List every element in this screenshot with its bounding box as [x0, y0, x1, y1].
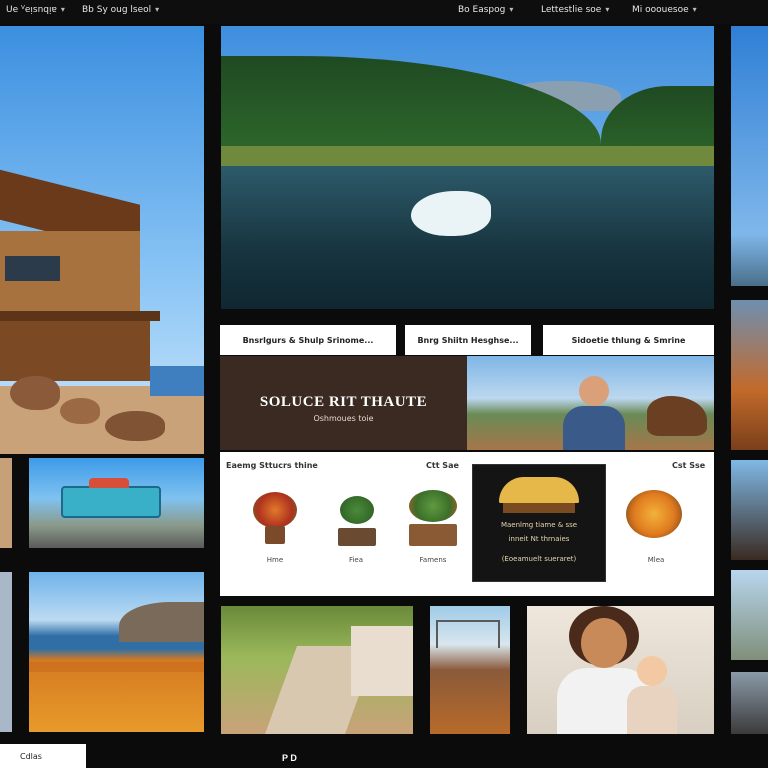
top-nav-bar: Ue ⱽeᴉsnqᴉɐ ▾ Bb Sy oug lseol ▾ Bo Easpog ▾…	[0, 0, 768, 24]
nav-link-4[interactable]: Lettestlie soe ▾	[541, 5, 609, 15]
planter-box-icon	[409, 490, 457, 522]
road-sign	[61, 486, 161, 518]
sunflower-bouquet-icon	[626, 490, 682, 538]
chevron-down-icon: ▾	[155, 5, 160, 14]
rock	[10, 376, 60, 410]
cliff	[119, 602, 204, 642]
person-head	[579, 376, 609, 406]
chevron-down-icon: ▾	[605, 5, 610, 14]
gate	[436, 620, 500, 648]
featured-line-2: inneit Nt thrnaies	[508, 535, 570, 543]
product-label-2: Fiea	[348, 556, 364, 564]
right-photo-1[interactable]	[731, 26, 768, 286]
rapids-foam	[411, 191, 491, 236]
nav-link-3-label: Bo Easpog	[458, 5, 506, 15]
family-photo[interactable]	[527, 606, 714, 734]
footer-icon[interactable]: P D	[282, 753, 297, 763]
pot	[265, 526, 285, 544]
sea-strip	[150, 366, 204, 396]
river-water	[221, 166, 714, 309]
river-photo[interactable]	[221, 26, 714, 309]
tab-1[interactable]: Bnsrlgurs & Shulp Srinome...	[220, 325, 396, 355]
right-photo-2[interactable]	[731, 300, 768, 450]
product-label-4: Mlea	[647, 556, 665, 564]
chevron-down-icon: ▾	[509, 5, 514, 14]
right-photo-5[interactable]	[731, 672, 768, 734]
potted-plant-icon	[340, 496, 374, 524]
child-face	[637, 656, 667, 686]
nav-link-1-label: Ue ⱽeᴉsnqᴉɐ	[6, 5, 57, 15]
nav-link-5-label: Mi ooouesoe	[632, 5, 689, 15]
product-label-3: Famens	[419, 556, 447, 564]
farm-photo[interactable]	[430, 606, 510, 734]
sunlight	[351, 626, 413, 696]
footer-icon-label: P D	[282, 753, 297, 763]
tab-3-label: Sidoetie thlung & Smrine	[571, 335, 686, 345]
footer-button-label: Cdlas	[20, 751, 42, 761]
tab-1-label: Bnsrlgurs & Shulp Srinome...	[242, 335, 374, 345]
featured-line-3: (Eoeamuelt sueraret)	[501, 555, 577, 563]
shop-heading-right[interactable]: Cst Sse	[672, 461, 705, 470]
shop-heading-mid[interactable]: Ctt Sae	[426, 461, 459, 470]
right-photo-3[interactable]	[731, 460, 768, 560]
hero-title: SOLUCE RIT THAUTE	[259, 394, 428, 410]
chevron-down-icon: ▾	[692, 5, 697, 14]
shop-heading: Eaemg Sttucrs thine	[226, 461, 318, 470]
nav-link-4-label: Lettestlie soe	[541, 5, 602, 15]
nav-link-1[interactable]: Ue ⱽeᴉsnqᴉɐ ▾	[6, 5, 65, 15]
rock	[105, 411, 165, 441]
product-label-1: Hme	[266, 556, 284, 564]
edge-photo-left-1[interactable]	[0, 458, 12, 548]
hero-photo[interactable]	[467, 356, 714, 450]
cabin-lower	[0, 321, 150, 381]
boardwalk-photo[interactable]	[221, 606, 413, 734]
nav-link-2[interactable]: Bb Sy oug lseol ▾	[82, 5, 159, 15]
coast-photo[interactable]	[29, 572, 204, 732]
horse	[647, 396, 707, 436]
hero-subtitle[interactable]: Oshmoues toie	[220, 414, 467, 423]
hero-banner: SOLUCE RIT THAUTE Oshmoues toie	[220, 356, 467, 450]
rock	[60, 398, 100, 424]
shop-panel: Eaemg Sttucrs thine Ctt Sae Cst Sse Hme …	[220, 452, 714, 596]
featured-card[interactable]: Maenlmg tiame & sse inneit Nt thrnaies (…	[472, 464, 606, 582]
tab-3[interactable]: Sidoetie thlung & Smrine	[543, 325, 714, 355]
nav-link-2-label: Bb Sy oug lseol	[82, 5, 152, 15]
tab-2[interactable]: Bnrg Shiitn Hesghse...	[405, 325, 531, 355]
footer-button[interactable]: Cdlas	[0, 744, 86, 768]
person-body	[563, 406, 625, 450]
planter-box	[409, 524, 457, 546]
path	[29, 662, 204, 672]
sign-photo[interactable]	[29, 458, 204, 548]
pot	[338, 528, 376, 546]
nav-link-5[interactable]: Mi ooouesoe ▾	[632, 5, 697, 15]
woman-face	[581, 618, 627, 668]
chevron-down-icon: ▾	[60, 5, 65, 14]
sign-topper	[89, 478, 129, 488]
cabin-window	[5, 256, 60, 281]
edge-photo-left-2[interactable]	[0, 572, 12, 732]
featured-line-1: Maenlmg tiame & sse	[500, 521, 578, 529]
flower-bouquet-icon	[253, 492, 297, 528]
house-logo-base	[503, 503, 575, 513]
right-photo-4[interactable]	[731, 570, 768, 660]
house-logo-icon	[499, 477, 579, 503]
tab-2-label: Bnrg Shiitn Hesghse...	[417, 335, 519, 345]
cabin-photo[interactable]	[0, 26, 204, 454]
nav-link-3[interactable]: Bo Easpog ▾	[458, 5, 513, 15]
cabin-deck	[0, 311, 160, 321]
child-body	[627, 686, 677, 734]
